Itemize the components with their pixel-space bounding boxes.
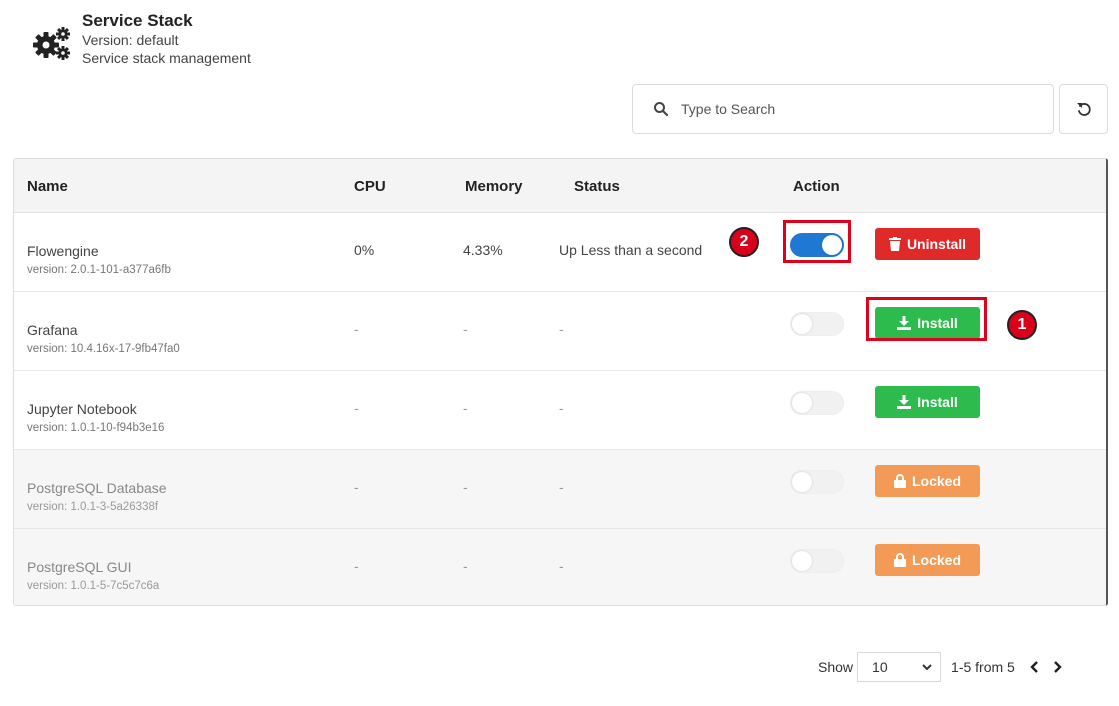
page-header: Service Stack Version: default Service s… [32, 11, 251, 67]
table-row: Flowengine version: 2.0.1-101-a377a6fb 0… [14, 213, 1106, 292]
service-toggle[interactable] [790, 549, 844, 573]
lock-icon [893, 553, 906, 567]
install-button[interactable]: Install [875, 386, 980, 418]
next-page-button[interactable] [1053, 660, 1063, 674]
service-version: version: 1.0.1-3-5a26338f [27, 501, 159, 513]
memory-value: - [463, 479, 468, 495]
download-icon [897, 395, 912, 409]
status-value: - [559, 400, 564, 416]
cpu-value: - [354, 321, 359, 337]
status-value: Up Less than a second [559, 242, 703, 258]
cpu-value: - [354, 400, 359, 416]
page-version: Version: default [82, 32, 179, 48]
status-value: - [559, 558, 564, 574]
service-name: Grafana [27, 322, 78, 338]
service-name-cell: Jupyter Notebook version: 1.0.1-10-f94b3… [27, 400, 164, 436]
pagination: Show 10 1-5 from 5 [818, 652, 1063, 682]
highlight-box-install [866, 297, 987, 341]
page-size-value: 10 [872, 659, 888, 675]
status-value: - [559, 321, 564, 337]
locked-button[interactable]: Locked [875, 544, 980, 576]
locked-button[interactable]: Locked [875, 465, 980, 497]
service-name: Flowengine [27, 243, 99, 259]
toggle-knob [792, 393, 812, 413]
service-name-cell: PostgreSQL GUI version: 1.0.1-5-7c5c7c6a [27, 558, 159, 594]
page-title: Service Stack [82, 11, 193, 30]
locked-label: Locked [911, 473, 961, 489]
service-toggle[interactable] [790, 391, 844, 415]
column-status-header: Status [574, 178, 620, 195]
cpu-value: 0% [354, 242, 375, 258]
service-version: version: 1.0.1-10-f94b3e16 [27, 422, 165, 434]
toggle-knob [792, 314, 812, 334]
refresh-icon [1076, 103, 1091, 116]
toggle-knob [792, 472, 812, 492]
search-icon [654, 102, 669, 117]
service-version: version: 1.0.1-5-7c5c7c6a [27, 580, 160, 592]
install-label: Install [917, 394, 958, 410]
service-toggle[interactable] [790, 470, 844, 494]
service-name: Jupyter Notebook [27, 401, 137, 417]
prev-page-button[interactable] [1029, 660, 1039, 674]
refresh-button[interactable] [1059, 84, 1108, 134]
search-input[interactable] [679, 100, 1019, 118]
service-version: version: 10.4.16x-17-9fb47fa0 [27, 343, 180, 355]
status-value: - [559, 479, 564, 495]
show-label: Show [818, 659, 854, 675]
service-version: version: 2.0.1-101-a377a6fb [27, 264, 171, 276]
search-box[interactable] [632, 84, 1054, 134]
column-action-header: Action [793, 178, 840, 195]
toggle-knob [792, 551, 812, 571]
service-name: PostgreSQL Database [27, 480, 167, 496]
page-size-select[interactable]: 10 [857, 652, 942, 682]
service-toggle[interactable] [790, 312, 844, 336]
memory-value: - [463, 400, 468, 416]
chevron-left-icon [1030, 661, 1038, 673]
service-table: Name CPU Memory Status Action Flowengine… [13, 158, 1108, 606]
locked-label: Locked [911, 552, 961, 568]
table-row: PostgreSQL Database version: 1.0.1-3-5a2… [14, 450, 1106, 529]
memory-value: - [463, 558, 468, 574]
column-memory-header: Memory [465, 178, 523, 195]
chevron-down-icon [922, 664, 932, 671]
annotation-marker-2: 2 [729, 227, 759, 257]
highlight-box-toggle [783, 220, 851, 263]
service-name: PostgreSQL GUI [27, 559, 132, 575]
memory-value: 4.33% [463, 242, 503, 258]
service-name-cell: Grafana version: 10.4.16x-17-9fb47fa0 [27, 321, 180, 357]
memory-value: - [463, 321, 468, 337]
table-row: Jupyter Notebook version: 1.0.1-10-f94b3… [14, 371, 1106, 450]
uninstall-label: Uninstall [906, 236, 967, 252]
table-row: PostgreSQL GUI version: 1.0.1-5-7c5c7c6a… [14, 529, 1106, 605]
service-name-cell: PostgreSQL Database version: 1.0.1-3-5a2… [27, 479, 167, 515]
column-cpu-header: CPU [354, 178, 386, 195]
table-header: Name CPU Memory Status Action [14, 159, 1106, 213]
annotation-marker-1: 1 [1007, 310, 1037, 340]
trash-icon [888, 237, 901, 251]
gears-icon [33, 27, 70, 60]
service-name-cell: Flowengine version: 2.0.1-101-a377a6fb [27, 242, 171, 278]
chevron-right-icon [1053, 661, 1062, 673]
page-description: Service stack management [82, 50, 251, 66]
lock-icon [893, 474, 906, 488]
cpu-value: - [354, 479, 359, 495]
column-name-header: Name [27, 178, 68, 195]
cpu-value: - [354, 558, 359, 574]
uninstall-button[interactable]: Uninstall [875, 228, 980, 260]
page-range: 1-5 from 5 [951, 659, 1015, 675]
